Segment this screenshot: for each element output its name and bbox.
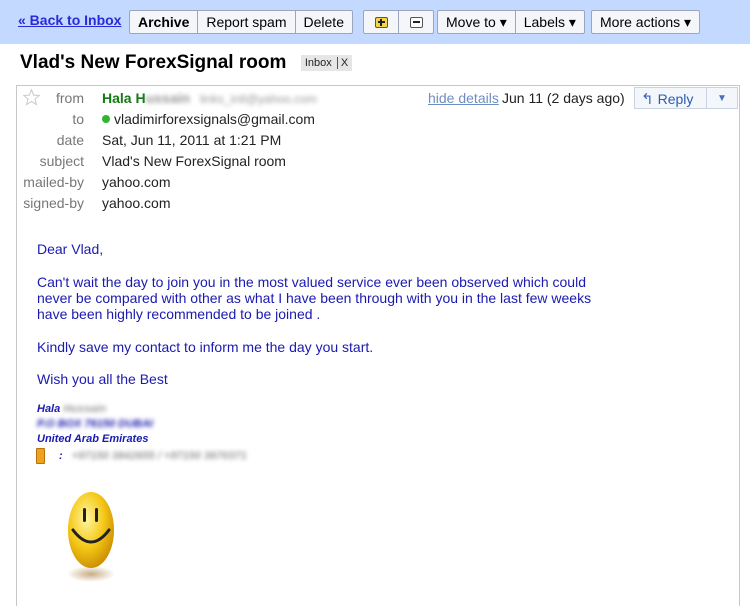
remove-label-button[interactable]: X: [336, 57, 349, 69]
action-button-group: Archive Report spam Delete: [129, 10, 353, 34]
reply-button-group: ↰ Reply ▼: [634, 87, 738, 109]
signature-phones-redacted: +97150 3842655 / +97150 3670371: [71, 450, 247, 462]
expand-all-button[interactable]: [363, 10, 399, 34]
to-value: vladimirforexsignals@gmail.com: [102, 111, 315, 127]
from-value: Hala Hussain links_intl@yahoo.com: [102, 90, 317, 106]
hide-details-link[interactable]: hide details: [428, 90, 499, 106]
signature-phone-line: : +97150 3842655 / +97150 3670371: [59, 450, 247, 462]
reply-button[interactable]: ↰ Reply: [634, 87, 707, 109]
inbox-label-chip: Inbox X: [300, 55, 353, 71]
mailed-by-value: yahoo.com: [102, 174, 171, 190]
toolbar: « Back to Inbox Archive Report spam Dele…: [0, 0, 750, 44]
collapse-icon: [409, 16, 423, 28]
signature-address-redacted: P.O BOX 76150 DUBAI: [37, 418, 153, 430]
move-to-dropdown[interactable]: Move to ▾: [437, 10, 516, 34]
reply-label: Reply: [657, 91, 694, 107]
to-address: vladimirforexsignals@gmail.com: [114, 111, 315, 127]
archive-button[interactable]: Archive: [129, 10, 199, 34]
date-value: Sat, Jun 11, 2011 at 1:21 PM: [102, 132, 282, 148]
thread-subject-row: Vlad's New ForexSignal room Inbox X: [20, 52, 353, 78]
delete-button[interactable]: Delete: [295, 10, 353, 34]
message-date-short: Jun 11 (2 days ago): [502, 90, 625, 106]
reply-more-dropdown[interactable]: ▼: [707, 87, 738, 109]
phone-separator: :: [59, 450, 63, 462]
subject-label: subject: [39, 153, 84, 169]
body-paragraph-3: Wish you all the Best: [37, 371, 168, 387]
phone-icon: [36, 448, 45, 464]
more-actions-group: More actions ▾: [591, 10, 701, 34]
move-labels-group: Move to ▾ Labels ▾: [437, 10, 585, 34]
signature-country: United Arab Emirates: [37, 433, 149, 445]
expand-icon: [374, 16, 388, 28]
body-line-2: never be compared with other as what I h…: [37, 290, 592, 306]
to-label: to: [72, 111, 84, 127]
sender-name-redacted: ussain: [145, 90, 190, 106]
chevron-down-icon: ▼: [717, 93, 727, 104]
report-spam-button[interactable]: Report spam: [198, 10, 296, 34]
message-card: from Hala Hussain links_intl@yahoo.com h…: [16, 85, 740, 606]
subject-value: Vlad's New ForexSignal room: [102, 153, 286, 169]
thread-subject: Vlad's New ForexSignal room: [20, 52, 287, 73]
sender-name[interactable]: Hala H: [102, 90, 146, 106]
label-chip-text: Inbox: [304, 57, 332, 69]
signature-name-line: Hala Hussain: [37, 403, 106, 415]
signature-name: Hala: [37, 403, 61, 415]
back-to-inbox-link[interactable]: « Back to Inbox: [18, 12, 121, 28]
expand-collapse-group: [363, 10, 434, 34]
collapse-all-button[interactable]: [399, 10, 434, 34]
labels-dropdown[interactable]: Labels ▾: [515, 10, 585, 34]
greeting: Dear Vlad,: [37, 241, 104, 257]
signature-surname-redacted: Hussain: [63, 403, 107, 415]
body-line-1: Can't wait the day to join you in the mo…: [37, 274, 586, 290]
body-paragraph-2: Kindly save my contact to inform me the …: [37, 339, 374, 355]
mailed-by-label: mailed-by: [23, 174, 84, 190]
reply-arrow-icon: ↰: [641, 91, 654, 108]
online-status-icon: [102, 115, 110, 124]
smiley-icon: [67, 492, 115, 582]
date-label: date: [56, 132, 84, 148]
from-label: from: [56, 90, 84, 106]
signed-by-value: yahoo.com: [102, 195, 171, 211]
more-actions-dropdown[interactable]: More actions ▾: [591, 10, 701, 34]
body-line-3: have been highly recommended to be joine…: [37, 306, 321, 322]
signed-by-label: signed-by: [23, 195, 84, 211]
sender-email-redacted: links_intl@yahoo.com: [199, 92, 317, 106]
